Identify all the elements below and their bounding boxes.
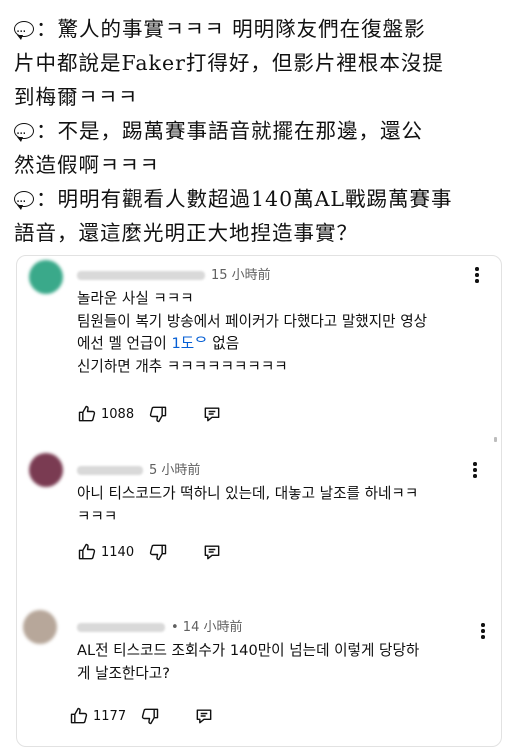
thumbs-up-icon[interactable]	[69, 706, 89, 726]
redacted-username	[77, 271, 205, 280]
redacted-username	[77, 466, 143, 475]
inline-link[interactable]: 1도ᄋ	[171, 335, 207, 352]
caption-line: 然造假啊ㅋㅋㅋ	[14, 153, 160, 177]
like-count: 1140	[101, 544, 135, 560]
caption-line: ：驚人的事實ㅋㅋㅋ 明明隊友們在復盤影	[14, 12, 501, 46]
speech-bubble-icon	[14, 186, 34, 216]
comment-body: 아니 티스코드가 떡하니 있는데, 대놓고 날조를 하네ㅋㅋ ㅋㅋㅋ	[77, 485, 419, 525]
comment-time: 5 小時前	[149, 463, 201, 478]
caption-text: ：驚人的事實ㅋㅋㅋ 明明隊友們在復盤影 片中都說是Faker打得好，但影片裡根本…	[0, 0, 515, 250]
comment-meta: • 14 小時前	[77, 616, 242, 635]
thumbs-down-icon[interactable]	[148, 542, 168, 562]
redacted-username	[77, 623, 165, 632]
like-count: 1177	[93, 708, 127, 724]
more-vertical-icon[interactable]	[469, 267, 485, 285]
reply-icon[interactable]	[194, 706, 214, 726]
speech-bubble-icon	[14, 118, 34, 148]
comment-time: • 14 小時前	[171, 620, 243, 635]
thumbs-down-icon[interactable]	[140, 706, 160, 726]
speech-bubble-icon	[14, 16, 34, 46]
caption-line: 語音，還這麼光明正大地揑造事實？	[14, 221, 358, 245]
comments-screenshot: 15 小時前 놀라운 사실 ㅋㅋㅋ 팀원들이 복기 방송에서 페이커가 다했다고…	[16, 255, 502, 747]
avatar[interactable]	[29, 453, 63, 487]
more-vertical-icon[interactable]	[467, 462, 483, 480]
reply-icon[interactable]	[202, 542, 222, 562]
comment-meta: 5 小時前	[77, 459, 200, 478]
thumbs-up-icon[interactable]	[77, 542, 97, 562]
comment-actions: 1177	[69, 705, 214, 727]
like-count: 1088	[101, 406, 135, 422]
more-vertical-icon[interactable]	[475, 623, 491, 641]
comment-meta: 15 小時前	[77, 264, 271, 283]
caption-line: 片中都說是Faker打得好，但影片裡根本沒提	[14, 51, 444, 75]
caption-line: 到梅爾ㅋㅋㅋ	[14, 85, 139, 109]
thumbs-down-icon[interactable]	[148, 404, 168, 424]
reply-icon[interactable]	[202, 404, 222, 424]
comment-actions: 1140	[77, 541, 222, 563]
comment-body: 놀라운 사실 ㅋㅋㅋ 팀원들이 복기 방송에서 페이커가 다했다고 말했지만 영…	[77, 290, 428, 375]
caption-line: ：不是，踢萬賽事語音就擺在那邊，還公	[14, 114, 501, 148]
comment-body: AL전 티스코드 조회수가 140만이 넘는데 이렇게 당당하 게 날조한다고?	[77, 642, 420, 682]
comment-actions: 1088	[77, 403, 222, 425]
thumbs-up-icon[interactable]	[77, 404, 97, 424]
caption-line: ：明明有觀看人數超過140萬AL戰踢萬賽事	[14, 182, 501, 216]
avatar[interactable]	[23, 610, 57, 644]
avatar[interactable]	[29, 260, 63, 294]
scroll-indicator	[494, 437, 497, 442]
comment-time: 15 小時前	[211, 268, 271, 283]
